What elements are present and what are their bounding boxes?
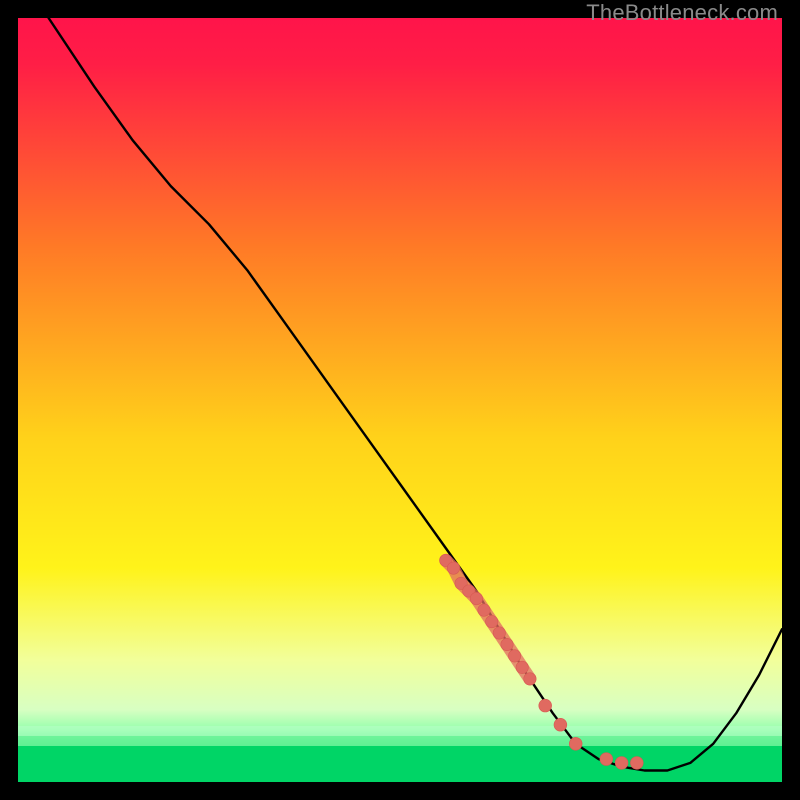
- marker-dot: [524, 673, 536, 685]
- marker-dot: [539, 699, 552, 712]
- marker-dot: [478, 604, 490, 616]
- marker-dot: [600, 753, 613, 766]
- marker-dot: [630, 757, 643, 770]
- band-mid-green: [18, 736, 782, 746]
- chart-frame: [18, 18, 782, 782]
- marker-dot: [615, 757, 628, 770]
- marker-dot: [486, 615, 498, 627]
- marker-dot: [516, 661, 528, 673]
- marker-dot: [493, 627, 505, 639]
- bottleneck-chart: [18, 18, 782, 782]
- gradient-background: [18, 18, 782, 782]
- watermark-text: TheBottleneck.com: [586, 0, 778, 26]
- marker-dot: [447, 562, 459, 574]
- marker-dot: [554, 718, 567, 731]
- band-light-green: [18, 726, 782, 736]
- marker-dot: [470, 592, 482, 604]
- marker-dot: [501, 638, 513, 650]
- band-green: [18, 746, 782, 782]
- marker-dot: [508, 650, 520, 662]
- marker-dot: [569, 737, 582, 750]
